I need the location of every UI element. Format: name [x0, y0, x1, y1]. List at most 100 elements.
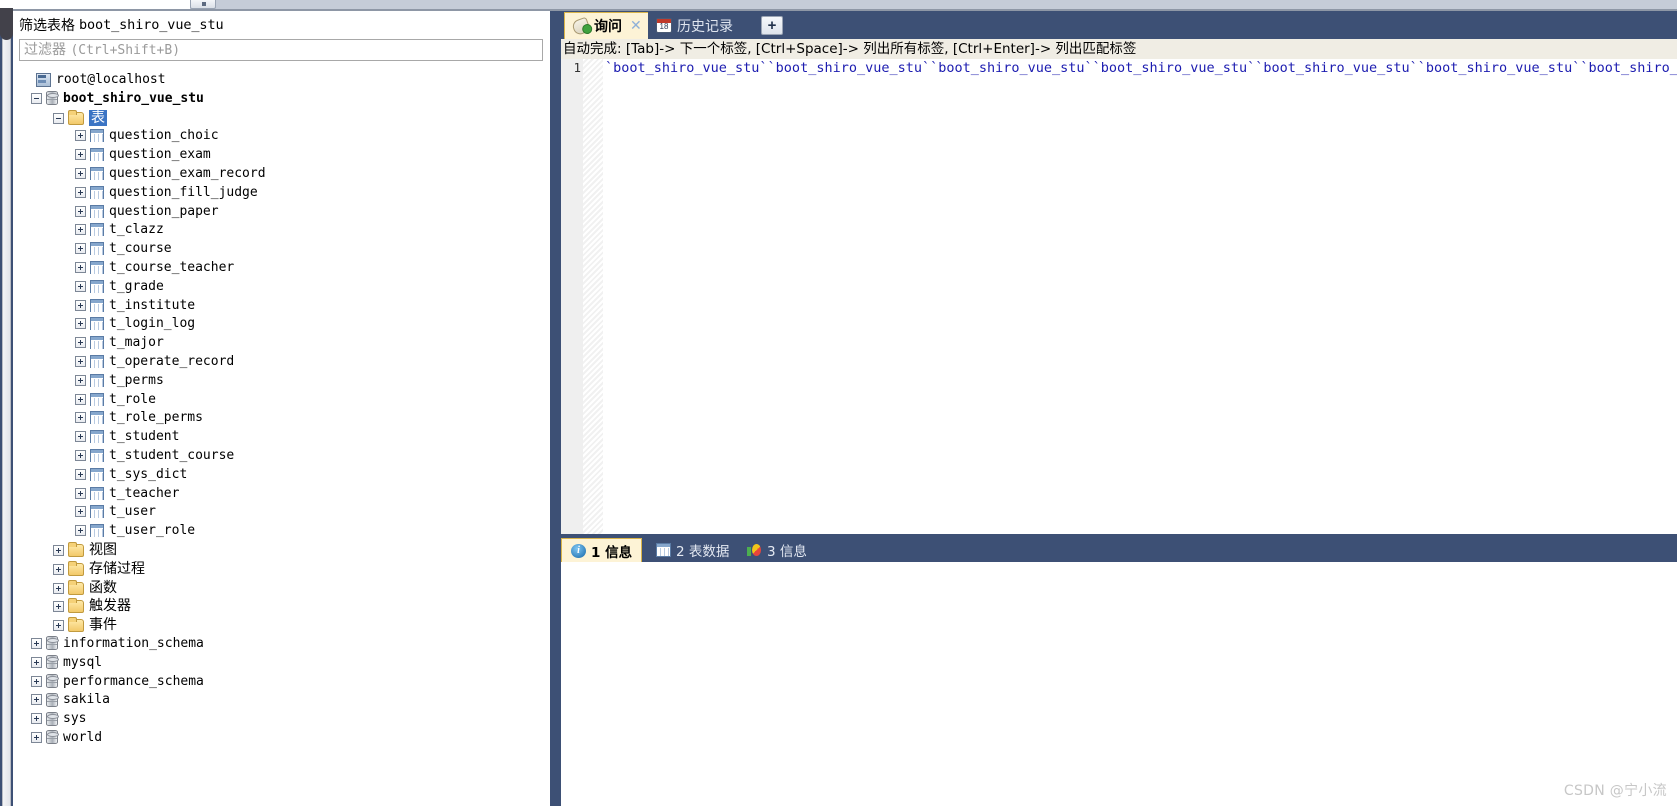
tree-node-database[interactable]: world — [13, 729, 550, 748]
tree-node-table[interactable]: t_login_log — [13, 315, 550, 334]
expander-plus-icon[interactable] — [53, 563, 64, 575]
expander-plus-icon[interactable] — [75, 243, 86, 255]
tree-node-database[interactable]: sys — [13, 710, 550, 729]
expander-plus-icon[interactable] — [75, 468, 86, 480]
expander-plus-icon[interactable] — [31, 675, 42, 687]
tree-node-table[interactable]: t_role_perms — [13, 409, 550, 428]
tree-node-database[interactable]: information_schema — [13, 635, 550, 654]
expander-plus-icon[interactable] — [75, 224, 86, 236]
tree-node-folder[interactable]: 视图 — [13, 541, 550, 560]
tree-node-table[interactable]: t_operate_record — [13, 353, 550, 372]
tree-node-table[interactable]: t_clazz — [13, 221, 550, 240]
expander-plus-icon[interactable] — [31, 656, 42, 668]
expander-plus-icon[interactable] — [31, 694, 42, 706]
tree-node-tables-folder[interactable]: 表 — [13, 109, 550, 128]
tab-query[interactable]: 询问 ✕ — [564, 12, 651, 39]
expander-minus-icon[interactable] — [53, 112, 64, 124]
tree-node-table[interactable]: question_choic — [13, 127, 550, 146]
tree-node-table[interactable]: question_exam — [13, 146, 550, 165]
tree-node-table[interactable]: t_teacher — [13, 485, 550, 504]
tree-node-table[interactable]: question_paper — [13, 203, 550, 222]
expander-plus-icon[interactable] — [75, 525, 86, 537]
tree-node-database-active[interactable]: boot_shiro_vue_stu — [13, 90, 550, 109]
tree-label-tables-folder: 表 — [89, 109, 107, 126]
expander-plus-icon[interactable] — [75, 186, 86, 198]
expander-plus-icon[interactable] — [75, 299, 86, 311]
expander-plus-icon[interactable] — [75, 449, 86, 461]
table-icon — [90, 129, 104, 143]
expander-plus-icon[interactable] — [53, 582, 64, 594]
expander-plus-icon[interactable] — [75, 337, 86, 349]
expander-plus-icon[interactable] — [53, 601, 64, 613]
tree-label-database: sys — [63, 711, 87, 727]
tree-node-database[interactable]: mysql — [13, 654, 550, 673]
tree-label-table: t_role_perms — [109, 410, 203, 426]
tab-history[interactable]: 历史记录 — [648, 12, 741, 39]
table-icon — [90, 354, 104, 368]
expander-plus-icon[interactable] — [75, 506, 86, 518]
expander-plus-icon[interactable] — [75, 487, 86, 499]
expander-plus-icon[interactable] — [75, 261, 86, 273]
tree-node-table[interactable]: t_institute — [13, 297, 550, 316]
expander-plus-icon[interactable] — [75, 149, 86, 161]
tree-label-table: t_student_course — [109, 447, 235, 463]
tree-node-table[interactable]: question_exam_record — [13, 165, 550, 184]
tree-node-table[interactable]: t_course_teacher — [13, 259, 550, 278]
expander-plus-icon[interactable] — [75, 355, 86, 367]
expander-plus-icon[interactable] — [53, 620, 64, 632]
result-tab-info-1[interactable]: 1 信息 — [561, 538, 643, 562]
expander-plus-icon[interactable] — [75, 412, 86, 424]
expander-plus-icon[interactable] — [31, 637, 42, 649]
expander-plus-icon[interactable] — [31, 713, 42, 725]
expander-plus-icon[interactable] — [75, 318, 86, 330]
editor-panel: 询问 ✕ 历史记录 + 自动完成: [Tab]-> 下一个标签, [Ctrl+S… — [554, 11, 1677, 806]
result-tab-info-3[interactable]: 3 信息 — [738, 538, 816, 562]
expander-plus-icon[interactable] — [75, 280, 86, 292]
tree-node-table[interactable]: t_course — [13, 240, 550, 259]
tree-node-table[interactable]: t_sys_dict — [13, 466, 550, 485]
tree-label-table: t_clazz — [109, 222, 164, 238]
expander-plus-icon[interactable] — [75, 205, 86, 217]
folder-icon — [68, 560, 84, 576]
database-icon — [46, 636, 59, 651]
expander-plus-icon[interactable] — [31, 731, 42, 743]
expander-plus-icon[interactable] — [75, 167, 86, 179]
tree-node-database[interactable]: sakila — [13, 691, 550, 710]
top-mini-button[interactable] — [190, 0, 216, 9]
tree-node-table[interactable]: t_user — [13, 503, 550, 522]
tree-label-folder: 存储过程 — [89, 560, 145, 577]
tree-node-connection[interactable]: root@localhost — [13, 71, 550, 90]
expander-minus-icon[interactable] — [31, 92, 42, 104]
tab-close-icon[interactable]: ✕ — [630, 18, 642, 34]
tree-node-table[interactable]: t_role — [13, 391, 550, 410]
tree-node-folder[interactable]: 函数 — [13, 579, 550, 598]
database-icon — [46, 692, 59, 707]
tree-node-folder[interactable]: 事件 — [13, 616, 550, 635]
tree-node-table[interactable]: t_grade — [13, 278, 550, 297]
result-tab-table-data[interactable]: 2 表数据 — [647, 538, 739, 562]
tree-node-table[interactable]: question_fill_judge — [13, 184, 550, 203]
expander-plus-icon[interactable] — [75, 393, 86, 405]
tree-node-table[interactable]: t_student — [13, 428, 550, 447]
sql-code-line[interactable]: `boot_shiro_vue_stu``boot_shiro_vue_stu`… — [605, 59, 1677, 77]
left-splitter[interactable] — [0, 8, 13, 806]
add-tab-button[interactable]: + — [761, 16, 783, 35]
tree-node-table[interactable]: t_perms — [13, 372, 550, 391]
tree-node-folder[interactable]: 存储过程 — [13, 560, 550, 579]
tree-node-table[interactable]: t_student_course — [13, 447, 550, 466]
sql-editor[interactable]: 自动完成: [Tab]-> 下一个标签, [Ctrl+Space]-> 列出所有… — [557, 39, 1677, 534]
tree-node-table[interactable]: t_user_role — [13, 522, 550, 541]
editor-tabbar: 询问 ✕ 历史记录 + — [554, 11, 1677, 39]
tree-node-table[interactable]: t_major — [13, 334, 550, 353]
left-splitter-grip[interactable] — [0, 8, 13, 40]
tree-label-table: question_exam — [109, 147, 211, 163]
tree-node-database[interactable]: performance_schema — [13, 673, 550, 692]
expander-plus-icon[interactable] — [53, 544, 64, 556]
expander-plus-icon[interactable] — [75, 130, 86, 142]
database-tree[interactable]: root@localhost boot_shiro_vue_stu 表 ques… — [13, 71, 550, 806]
expander-plus-icon[interactable] — [75, 431, 86, 443]
filter-input[interactable]: 过滤器 (Ctrl+Shift+B) — [19, 39, 543, 61]
expander-plus-icon[interactable] — [75, 374, 86, 386]
database-icon — [46, 674, 59, 688]
tree-node-folder[interactable]: 触发器 — [13, 597, 550, 616]
